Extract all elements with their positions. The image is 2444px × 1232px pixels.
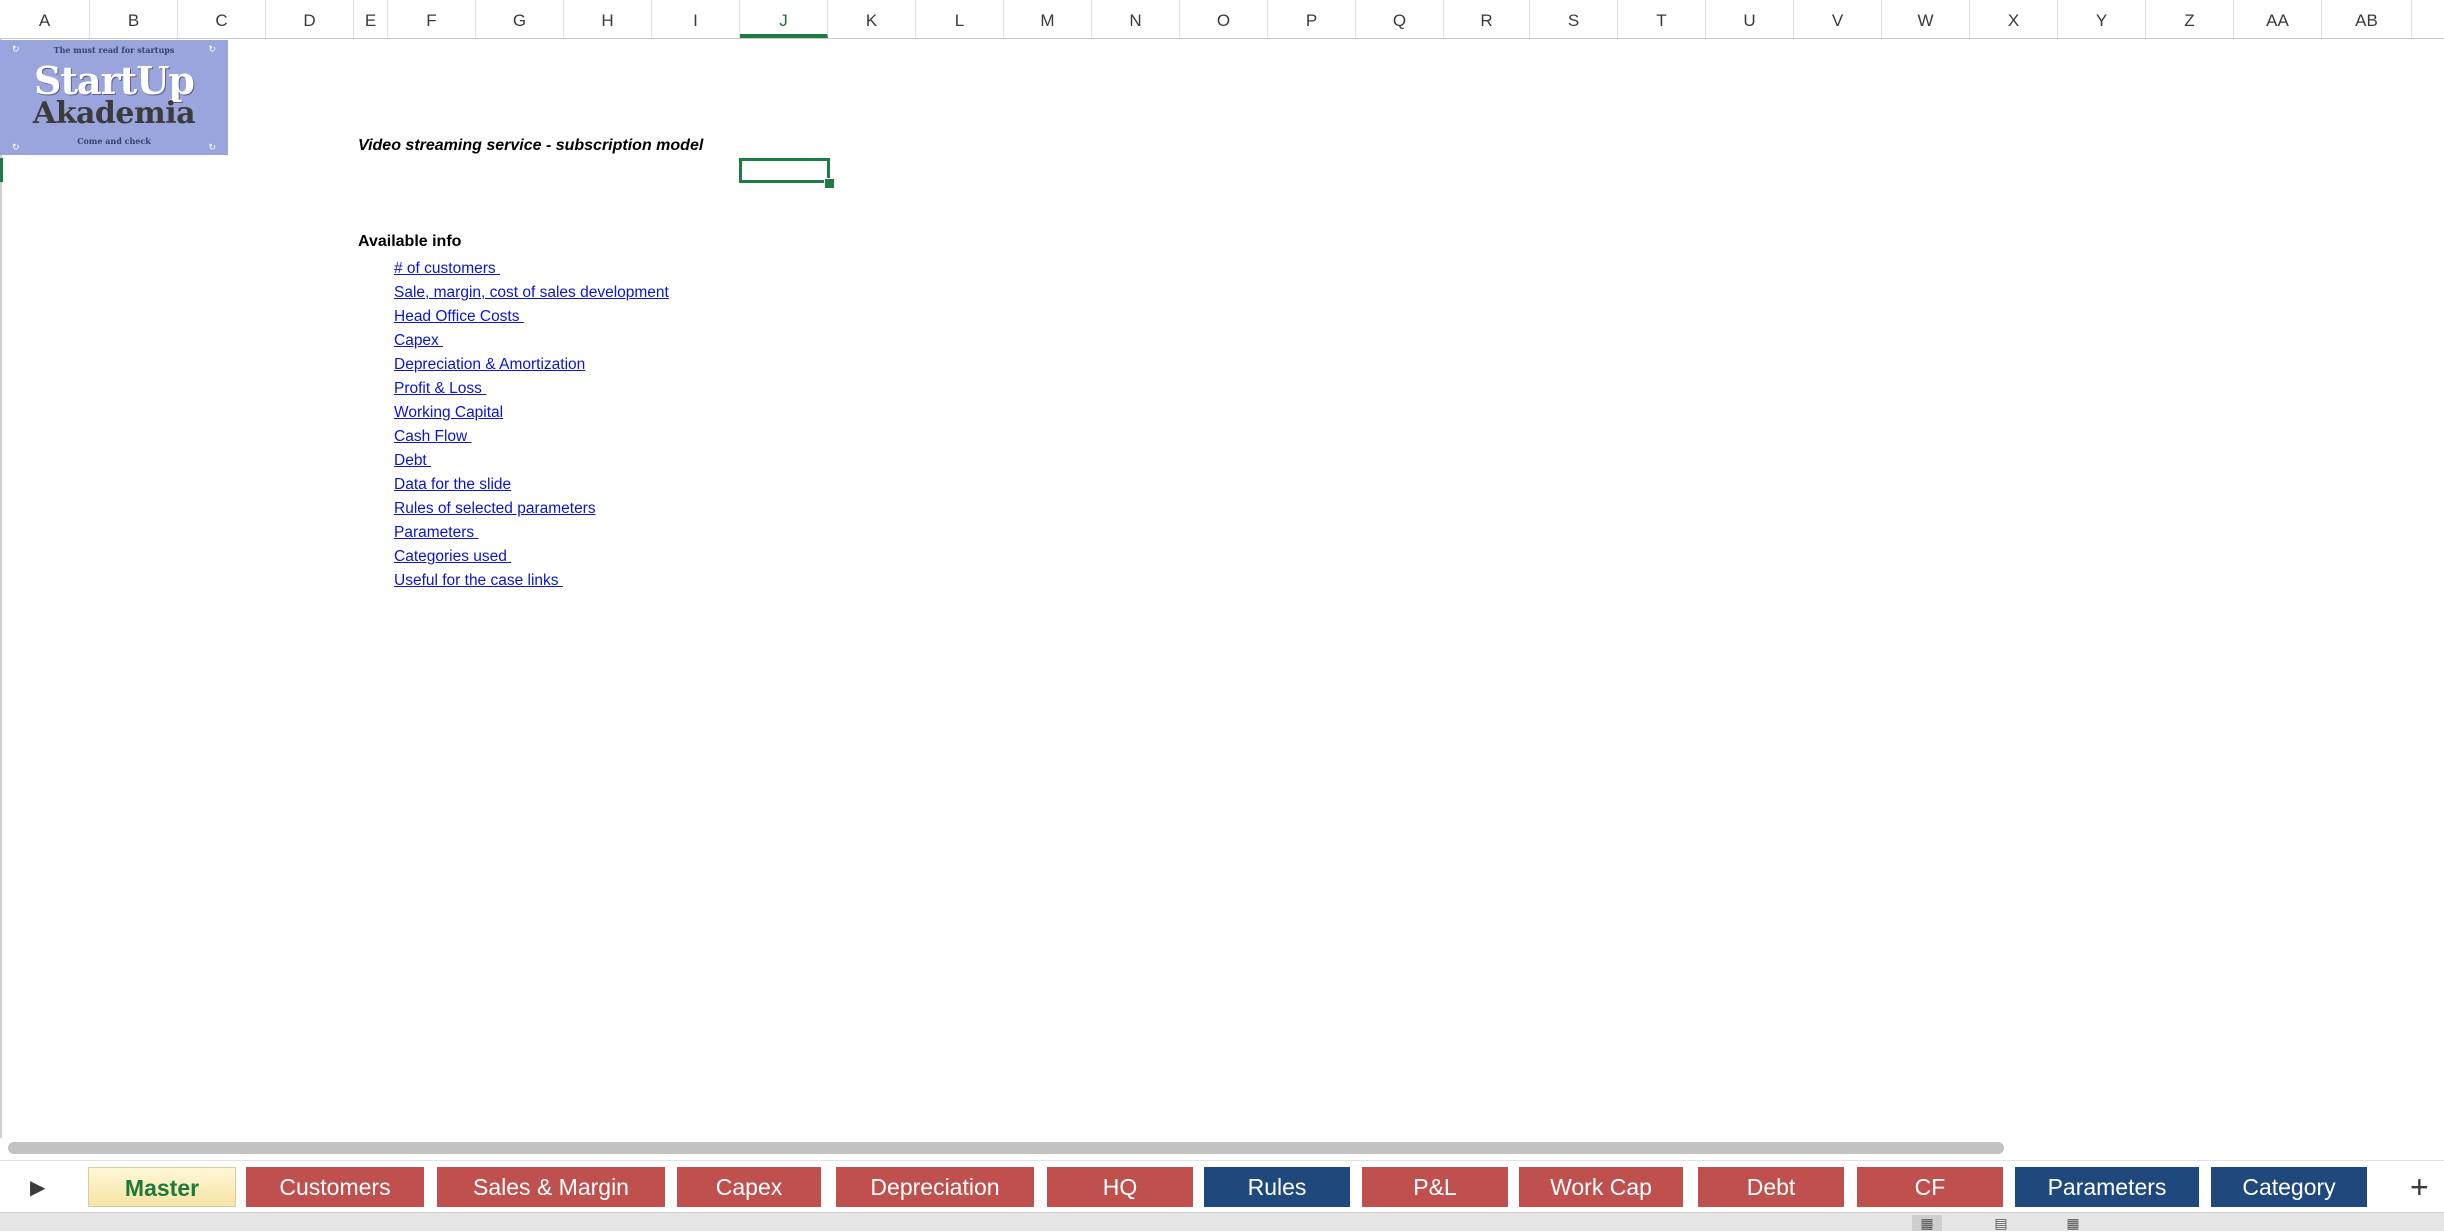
column-header-m[interactable]: M [1004, 0, 1092, 38]
normal-view-icon[interactable]: ▦ [1912, 1215, 1942, 1231]
info-links-list: # of customers Sale, margin, cost of sal… [394, 257, 669, 593]
column-header-a[interactable]: A [0, 0, 90, 38]
column-header-w[interactable]: W [1882, 0, 1970, 38]
column-header-j[interactable]: J [740, 0, 828, 38]
column-header-ab[interactable]: AB [2322, 0, 2412, 38]
column-header-t[interactable]: T [1618, 0, 1706, 38]
page-break-icon[interactable]: ▦ [2058, 1215, 2088, 1231]
selected-cell-j4[interactable] [739, 158, 830, 183]
column-header-i[interactable]: I [652, 0, 740, 38]
logo-footer: Come and check [77, 136, 151, 146]
logo-tagline: The must read for startups [53, 45, 175, 55]
sheet-tab-work-cap[interactable]: Work Cap [1519, 1167, 1683, 1207]
logo-corner-icon: ↻ [208, 142, 216, 152]
available-info-heading: Available info [358, 233, 462, 250]
row-header-edge [0, 38, 2, 1138]
column-header-g[interactable]: G [476, 0, 564, 38]
column-header-y[interactable]: Y [2058, 0, 2146, 38]
column-header-aa[interactable]: AA [2234, 0, 2322, 38]
logo-line-2: Akademia [32, 96, 196, 131]
sheet-tab-hq[interactable]: HQ [1047, 1167, 1193, 1207]
column-header-q[interactable]: Q [1356, 0, 1444, 38]
column-header-p[interactable]: P [1268, 0, 1356, 38]
column-header-n[interactable]: N [1092, 0, 1180, 38]
column-header-o[interactable]: O [1180, 0, 1268, 38]
logo-corner-icon: ↻ [12, 142, 20, 152]
link-customers[interactable]: # of customers [394, 257, 669, 281]
link-sales-margin[interactable]: Sale, margin, cost of sales development [394, 281, 669, 305]
sheet-tab-bar: ▶ Master Customers Sales & Margin Capex Depr… [0, 1160, 2444, 1213]
page-layout-icon[interactable]: ▤ [1986, 1215, 2016, 1231]
startup-akademia-logo[interactable]: ↻ ↻ The must read for startups StartUp A… [0, 40, 228, 155]
column-header-s[interactable]: S [1530, 0, 1618, 38]
link-capex[interactable]: Capex [394, 329, 669, 353]
sheet-title: Video streaming service - subscription m… [358, 137, 704, 154]
link-profit-loss[interactable]: Profit & Loss [394, 377, 669, 401]
sheet-tab-rules[interactable]: Rules [1204, 1167, 1350, 1207]
sheet-tab-customers[interactable]: Customers [246, 1167, 424, 1207]
column-header-bar: A B C D E F G H I J K L M N O P Q R S T U V W X Y Z AA AB [0, 0, 2444, 39]
fill-handle[interactable] [824, 178, 835, 189]
sheet-tab-parameters[interactable]: Parameters [2015, 1167, 2199, 1207]
sheet-tab-cf[interactable]: CF [1857, 1167, 2003, 1207]
link-useful-links[interactable]: Useful for the case links [394, 569, 669, 593]
plus-icon[interactable]: + [2410, 1167, 2429, 1207]
active-row-marker [0, 158, 3, 182]
link-working-capital[interactable]: Working Capital [394, 401, 669, 425]
column-header-b[interactable]: B [90, 0, 178, 38]
sheet-tab-capex[interactable]: Capex [677, 1167, 821, 1207]
column-header-e[interactable]: E [354, 0, 388, 38]
sheet-tab-debt[interactable]: Debt [1698, 1167, 1844, 1207]
column-header-z[interactable]: Z [2146, 0, 2234, 38]
link-rules[interactable]: Rules of selected parameters [394, 497, 669, 521]
link-head-office-costs[interactable]: Head Office Costs [394, 305, 669, 329]
column-header-d[interactable]: D [266, 0, 354, 38]
column-header-r[interactable]: R [1444, 0, 1530, 38]
column-header-v[interactable]: V [1794, 0, 1882, 38]
link-data-for-slide[interactable]: Data for the slide [394, 473, 669, 497]
link-categories[interactable]: Categories used [394, 545, 669, 569]
sheet-tab-master[interactable]: Master [88, 1167, 236, 1207]
link-depreciation[interactable]: Depreciation & Amortization [394, 353, 669, 377]
column-header-f[interactable]: F [388, 0, 476, 38]
column-header-h[interactable]: H [564, 0, 652, 38]
sheet-tab-sales-margin[interactable]: Sales & Margin [437, 1167, 665, 1207]
sheet-tab-depreciation[interactable]: Depreciation [836, 1167, 1034, 1207]
column-header-x[interactable]: X [1970, 0, 2058, 38]
play-right-icon[interactable]: ▶ [30, 1175, 45, 1200]
column-header-u[interactable]: U [1706, 0, 1794, 38]
column-header-k[interactable]: K [828, 0, 916, 38]
sheet-tab-category[interactable]: Category [2211, 1167, 2367, 1207]
link-parameters[interactable]: Parameters [394, 521, 669, 545]
column-header-c[interactable]: C [178, 0, 266, 38]
sheet-tab-p-l[interactable]: P&L [1362, 1167, 1508, 1207]
column-header-l[interactable]: L [916, 0, 1004, 38]
link-debt[interactable]: Debt [394, 449, 669, 473]
link-cash-flow[interactable]: Cash Flow [394, 425, 669, 449]
status-bar: ▦ ▤ ▦ [0, 1212, 2444, 1231]
horizontal-scrollbar[interactable] [8, 1142, 2004, 1154]
